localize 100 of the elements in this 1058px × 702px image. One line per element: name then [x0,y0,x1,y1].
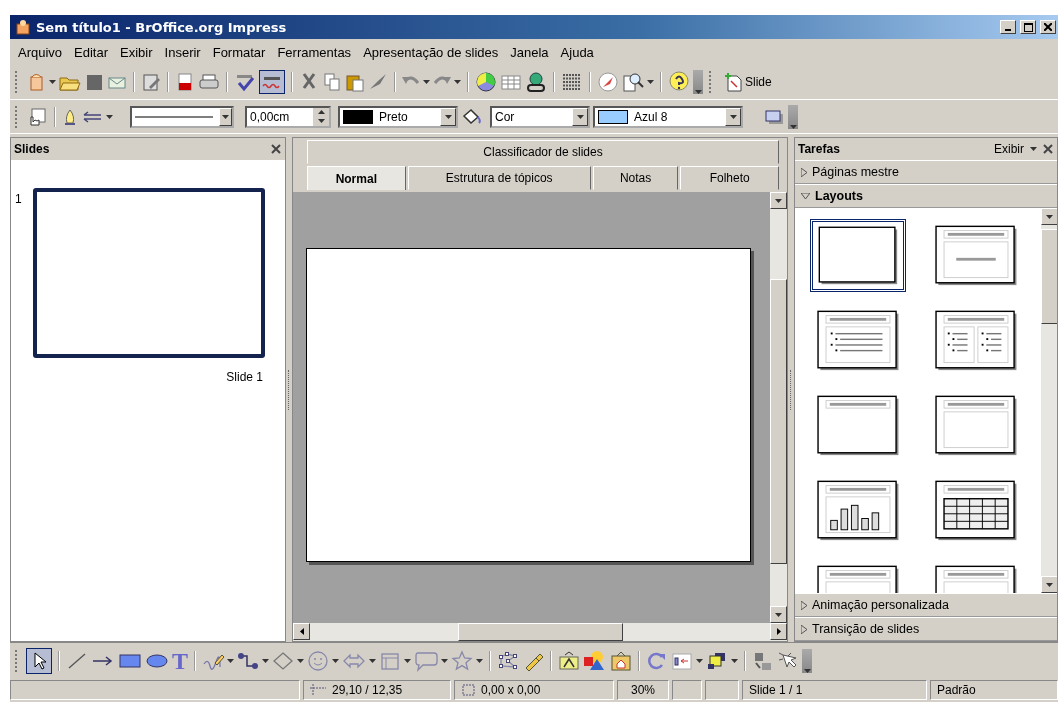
caret-icon[interactable] [1030,147,1037,151]
close-icon[interactable] [271,144,281,154]
caret-icon[interactable] [441,659,448,663]
shapes-icon[interactable] [583,650,607,672]
help-icon[interactable] [668,71,690,93]
scrollbar-thumb[interactable] [770,279,787,564]
compass-icon[interactable] [597,71,619,93]
arrange-icon[interactable] [706,651,728,671]
align-icon[interactable] [671,651,693,671]
dot-grid-icon[interactable] [561,72,583,92]
toolbar-overflow[interactable] [802,649,812,673]
section-header[interactable]: Transição de slides [795,617,1057,641]
caret-icon[interactable] [803,669,811,673]
edit-document-icon[interactable] [141,72,161,92]
paint-bucket-icon[interactable] [461,106,483,127]
ellipse-icon[interactable] [145,651,169,671]
rectangle-icon[interactable] [118,651,142,671]
minimize-button[interactable] [1000,20,1016,34]
horizontal-scrollbar[interactable] [293,623,787,641]
toolbar-overflow[interactable] [788,104,798,129]
caret-icon[interactable] [404,659,411,663]
caret-icon[interactable] [647,80,654,84]
vertical-scrollbar[interactable] [1041,208,1057,593]
caret-icon[interactable] [696,659,703,663]
menu-item[interactable]: Ferramentas [271,44,358,60]
caret-icon[interactable] [1046,214,1053,219]
connector-icon[interactable] [237,651,259,671]
menu-item[interactable]: Arquivo [12,44,69,60]
copy-icon[interactable] [322,72,342,92]
pie-chart-icon[interactable] [475,71,497,93]
left-arrow-icon[interactable] [299,628,304,635]
caret-icon[interactable] [476,659,483,663]
caret-icon[interactable] [731,659,738,663]
caret-icon[interactable] [576,114,584,119]
caret-icon[interactable] [694,90,702,94]
close-icon[interactable] [1043,144,1053,154]
spin-up-icon[interactable] [317,110,325,114]
scrollbar-thumb[interactable] [1041,229,1057,324]
area-fill-dropdown[interactable]: Azul 8 [593,105,743,128]
zoom-icon[interactable] [622,71,644,93]
caret-icon[interactable] [775,198,782,203]
line-icon[interactable] [66,651,88,671]
line-style-dropdown[interactable] [130,105,234,128]
gallery-icon[interactable] [610,651,632,671]
fontwork-icon[interactable] [558,651,580,671]
caret-icon[interactable] [775,612,782,617]
caret-icon[interactable] [262,659,269,663]
caret-icon[interactable] [444,114,452,119]
rotate-icon[interactable] [646,651,668,671]
line-width-field[interactable]: 0,00cm [245,105,331,128]
caret-icon[interactable] [1046,582,1053,587]
menu-item[interactable]: Editar [68,44,115,60]
paste-icon[interactable] [345,72,365,92]
save-icon[interactable] [84,72,104,92]
caret-icon[interactable] [227,659,234,663]
maximize-button[interactable] [1020,20,1036,34]
edit-points-icon[interactable] [497,651,519,671]
view-tab[interactable]: Normal [307,166,406,190]
caret-icon[interactable] [332,659,339,663]
scrollbar-thumb[interactable] [458,623,623,641]
menu-item[interactable]: Exibir [114,44,159,60]
caret-icon[interactable] [729,114,737,119]
menu-item[interactable]: Apresentação de slides [357,44,505,60]
caret-icon[interactable] [297,659,304,663]
auto-spellcheck-icon[interactable] [259,70,285,94]
toolbar-overflow[interactable] [693,70,703,94]
collapsed-triangle-icon[interactable] [801,167,807,177]
caret-icon[interactable] [789,124,797,129]
section-header[interactable]: Animação personalizada [795,593,1057,617]
caret-icon[interactable] [423,80,430,84]
close-button[interactable] [1040,20,1056,34]
layout-thumbnail[interactable] [810,219,906,292]
view-tab[interactable]: Classificador de slides [307,140,779,164]
view-tab[interactable]: Folheto [680,166,779,190]
caret-icon[interactable] [106,114,113,119]
layout-text[interactable]: Padrão [930,680,1058,700]
section-header[interactable]: Layouts [795,184,1057,208]
caret-icon[interactable] [454,80,461,84]
caret-icon[interactable] [369,659,376,663]
collapsed-triangle-icon[interactable] [801,624,807,634]
right-arrow-icon[interactable] [776,628,781,635]
expanded-triangle-icon[interactable] [801,193,810,199]
new-slide-button[interactable]: Slide [720,70,776,94]
pdf-export-icon[interactable] [175,72,195,92]
view-tab[interactable]: Estrutura de tópicos [407,166,591,190]
slide-thumbnail[interactable] [33,188,265,358]
caret-icon[interactable] [49,80,56,84]
collapsed-triangle-icon[interactable] [801,600,807,610]
menu-item[interactable]: Inserir [158,44,207,60]
zoom-text[interactable]: 30% [617,680,669,700]
caret-icon[interactable] [317,119,325,123]
vertical-scrollbar[interactable] [770,192,787,623]
menu-item[interactable]: Formatar [206,44,272,60]
area-style-dropdown[interactable]: Cor [490,105,590,128]
caret-icon[interactable] [222,114,229,119]
printer-icon[interactable] [198,72,220,92]
star-icon[interactable] [451,650,473,672]
menu-item[interactable]: Janela [504,44,555,60]
section-header[interactable]: Páginas mestre [795,160,1057,184]
line-color-dropdown[interactable]: Preto [338,105,458,128]
